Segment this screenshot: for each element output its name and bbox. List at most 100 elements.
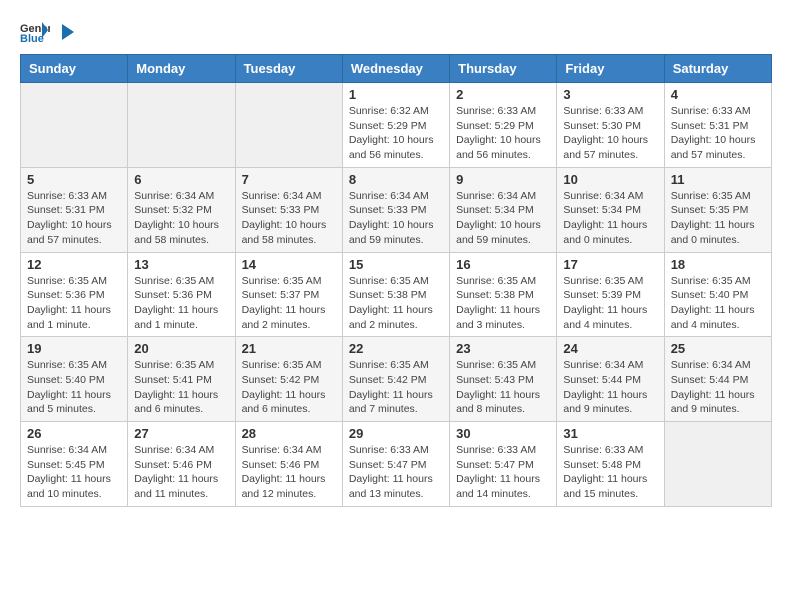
calendar-day-12: 12Sunrise: 6:35 AM Sunset: 5:36 PM Dayli… [21,252,128,337]
calendar-week-row: 1 Sunrise: 6:32 AM Sunset: 5:29 PM Daylig… [21,83,772,168]
calendar-week-row: 12 Sunrise: 6:35 AM Sunset: 5:36 PM Dayli… [21,252,772,337]
day-number: 15 [349,257,443,272]
day-info: Sunrise: 6:33 AM Sunset: 5:31 PM Dayligh… [27,189,121,248]
calendar-day-4: 4Sunrise: 6:33 AM Sunset: 5:31 PM Daylig… [664,83,771,168]
day-info: Sunrise: 6:35 AM Sunset: 5:41 PM Dayligh… [134,358,228,417]
day-number: 1 [349,87,443,102]
calendar-day-23: 23Sunrise: 6:35 AM Sunset: 5:43 PM Dayli… [450,337,557,422]
day-info: Sunrise: 6:35 AM Sunset: 5:42 PM Dayligh… [242,358,336,417]
calendar-day-22: 22Sunrise: 6:35 AM Sunset: 5:42 PM Dayli… [342,337,449,422]
calendar-day-21: 21 Sunrise: 6:35 AM Sunset: 5:42 PM Dayli… [235,337,342,422]
day-number: 14 [242,257,336,272]
day-number: 16 [456,257,550,272]
weekday-header-tuesday: Tuesday [235,55,342,83]
day-info: Sunrise: 6:35 AM Sunset: 5:37 PM Dayligh… [242,274,336,333]
calendar-week-row: 19Sunrise: 6:35 AM Sunset: 5:40 PM Dayli… [21,337,772,422]
day-info: Sunrise: 6:32 AM Sunset: 5:29 PM Dayligh… [349,104,443,163]
day-number: 6 [134,172,228,187]
day-info: Sunrise: 6:35 AM Sunset: 5:43 PM Dayligh… [456,358,550,417]
day-number: 12 [27,257,121,272]
day-info: Sunrise: 6:33 AM Sunset: 5:29 PM Dayligh… [456,104,550,163]
calendar-day-24: 24 Sunrise: 6:34 AM Sunset: 5:44 PM Dayli… [557,337,664,422]
day-info: Sunrise: 6:35 AM Sunset: 5:36 PM Dayligh… [134,274,228,333]
calendar-day-30: 30 Sunrise: 6:33 AM Sunset: 5:47 PM Dayli… [450,422,557,507]
day-info: Sunrise: 6:35 AM Sunset: 5:38 PM Dayligh… [349,274,443,333]
day-number: 13 [134,257,228,272]
weekday-header-thursday: Thursday [450,55,557,83]
weekday-header-friday: Friday [557,55,664,83]
day-number: 7 [242,172,336,187]
weekday-header-sunday: Sunday [21,55,128,83]
svg-text:Blue: Blue [20,33,44,44]
day-info: Sunrise: 6:34 AM Sunset: 5:32 PM Dayligh… [134,189,228,248]
calendar-day-18: 18 Sunrise: 6:35 AM Sunset: 5:40 PM Dayli… [664,252,771,337]
calendar-day-16: 16 Sunrise: 6:35 AM Sunset: 5:38 PM Dayli… [450,252,557,337]
calendar-day-14: 14 Sunrise: 6:35 AM Sunset: 5:37 PM Dayli… [235,252,342,337]
day-number: 17 [563,257,657,272]
day-info: Sunrise: 6:35 AM Sunset: 5:38 PM Dayligh… [456,274,550,333]
logo: General Blue [20,20,78,44]
calendar-day-28: 28 Sunrise: 6:34 AM Sunset: 5:46 PM Dayli… [235,422,342,507]
calendar-day-3: 3 Sunrise: 6:33 AM Sunset: 5:30 PM Daylig… [557,83,664,168]
day-number: 18 [671,257,765,272]
day-number: 8 [349,172,443,187]
calendar-day-empty [21,83,128,168]
day-info: Sunrise: 6:34 AM Sunset: 5:33 PM Dayligh… [349,189,443,248]
weekday-header-wednesday: Wednesday [342,55,449,83]
day-info: Sunrise: 6:34 AM Sunset: 5:46 PM Dayligh… [134,443,228,502]
day-number: 9 [456,172,550,187]
day-info: Sunrise: 6:33 AM Sunset: 5:31 PM Dayligh… [671,104,765,163]
day-number: 20 [134,341,228,356]
calendar-day-5: 5 Sunrise: 6:33 AM Sunset: 5:31 PM Daylig… [21,167,128,252]
day-info: Sunrise: 6:35 AM Sunset: 5:35 PM Dayligh… [671,189,765,248]
day-info: Sunrise: 6:33 AM Sunset: 5:47 PM Dayligh… [456,443,550,502]
calendar-day-2: 2 Sunrise: 6:33 AM Sunset: 5:29 PM Daylig… [450,83,557,168]
calendar-day-29: 29Sunrise: 6:33 AM Sunset: 5:47 PM Dayli… [342,422,449,507]
day-info: Sunrise: 6:35 AM Sunset: 5:40 PM Dayligh… [671,274,765,333]
day-number: 30 [456,426,550,441]
calendar-day-20: 20 Sunrise: 6:35 AM Sunset: 5:41 PM Dayli… [128,337,235,422]
calendar-day-6: 6 Sunrise: 6:34 AM Sunset: 5:32 PM Daylig… [128,167,235,252]
calendar-day-11: 11Sunrise: 6:35 AM Sunset: 5:35 PM Dayli… [664,167,771,252]
day-info: Sunrise: 6:33 AM Sunset: 5:30 PM Dayligh… [563,104,657,163]
logo-arrow-icon [58,22,78,42]
calendar-table: SundayMondayTuesdayWednesdayThursdayFrid… [20,54,772,507]
calendar-day-10: 10 Sunrise: 6:34 AM Sunset: 5:34 PM Dayli… [557,167,664,252]
logo-icon: General Blue [20,20,50,44]
day-number: 2 [456,87,550,102]
day-info: Sunrise: 6:35 AM Sunset: 5:39 PM Dayligh… [563,274,657,333]
day-number: 26 [27,426,121,441]
calendar-day-25: 25Sunrise: 6:34 AM Sunset: 5:44 PM Dayli… [664,337,771,422]
day-number: 28 [242,426,336,441]
calendar-day-31: 31 Sunrise: 6:33 AM Sunset: 5:48 PM Dayli… [557,422,664,507]
calendar-day-13: 13 Sunrise: 6:35 AM Sunset: 5:36 PM Dayli… [128,252,235,337]
day-number: 10 [563,172,657,187]
day-info: Sunrise: 6:33 AM Sunset: 5:48 PM Dayligh… [563,443,657,502]
weekday-header-row: SundayMondayTuesdayWednesdayThursdayFrid… [21,55,772,83]
day-info: Sunrise: 6:34 AM Sunset: 5:34 PM Dayligh… [456,189,550,248]
day-info: Sunrise: 6:34 AM Sunset: 5:44 PM Dayligh… [563,358,657,417]
day-info: Sunrise: 6:34 AM Sunset: 5:44 PM Dayligh… [671,358,765,417]
day-info: Sunrise: 6:34 AM Sunset: 5:45 PM Dayligh… [27,443,121,502]
calendar-day-1: 1 Sunrise: 6:32 AM Sunset: 5:29 PM Daylig… [342,83,449,168]
day-number: 31 [563,426,657,441]
day-number: 21 [242,341,336,356]
calendar-day-8: 8 Sunrise: 6:34 AM Sunset: 5:33 PM Daylig… [342,167,449,252]
day-info: Sunrise: 6:34 AM Sunset: 5:34 PM Dayligh… [563,189,657,248]
day-number: 3 [563,87,657,102]
day-number: 29 [349,426,443,441]
calendar-day-26: 26 Sunrise: 6:34 AM Sunset: 5:45 PM Dayli… [21,422,128,507]
day-info: Sunrise: 6:34 AM Sunset: 5:33 PM Dayligh… [242,189,336,248]
calendar-week-row: 5 Sunrise: 6:33 AM Sunset: 5:31 PM Daylig… [21,167,772,252]
calendar-week-row: 26 Sunrise: 6:34 AM Sunset: 5:45 PM Dayli… [21,422,772,507]
calendar-day-9: 9 Sunrise: 6:34 AM Sunset: 5:34 PM Daylig… [450,167,557,252]
day-number: 24 [563,341,657,356]
calendar-day-empty [128,83,235,168]
calendar-day-empty [235,83,342,168]
day-info: Sunrise: 6:35 AM Sunset: 5:42 PM Dayligh… [349,358,443,417]
calendar-day-27: 27Sunrise: 6:34 AM Sunset: 5:46 PM Dayli… [128,422,235,507]
day-info: Sunrise: 6:34 AM Sunset: 5:46 PM Dayligh… [242,443,336,502]
calendar-day-empty [664,422,771,507]
day-info: Sunrise: 6:35 AM Sunset: 5:40 PM Dayligh… [27,358,121,417]
day-number: 5 [27,172,121,187]
